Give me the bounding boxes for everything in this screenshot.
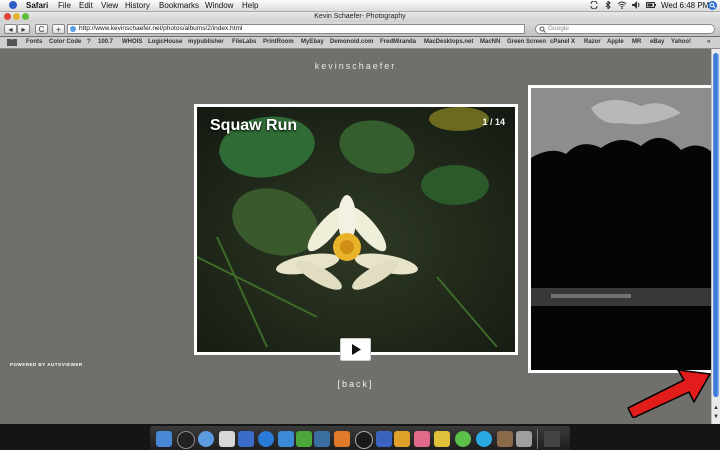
bookmark-item[interactable]: Fonts (26, 37, 42, 48)
address-text[interactable]: http://www.kevinschaefer.net/photos/albu… (79, 25, 242, 32)
safari-icon[interactable] (198, 431, 214, 447)
bookmark-item[interactable]: LogicHouse (148, 37, 182, 48)
package-icon[interactable] (497, 431, 513, 447)
apple-menu-icon[interactable] (9, 1, 17, 9)
search-placeholder: Google (548, 25, 569, 32)
camera-icon[interactable] (355, 431, 373, 449)
bookmark-item[interactable]: MacNN (480, 37, 500, 48)
web-page: kevinschaefer Squaw Run 1 / 14 POWERED B… (0, 49, 711, 424)
dreamweaver-icon[interactable] (455, 431, 471, 447)
play-icon (352, 344, 361, 355)
bookmark-item[interactable]: Color Code (49, 37, 81, 48)
next-photo-frame[interactable] (528, 85, 711, 373)
mail-icon[interactable] (219, 431, 235, 447)
volume-icon[interactable] (632, 1, 641, 9)
scrollbar-thumb[interactable] (713, 53, 719, 397)
dashboard-icon[interactable] (177, 431, 195, 449)
bookmark-item[interactable]: PrintRoom (263, 37, 294, 48)
bookmark-item[interactable]: FileLabs (232, 37, 256, 48)
bookmark-item[interactable]: MacDesktops.net (424, 37, 473, 48)
bookmark-item[interactable]: Apple (607, 37, 624, 48)
bookmarks-overflow-icon[interactable]: » (707, 37, 710, 48)
bookmark-item[interactable]: ? (87, 37, 91, 48)
back-button[interactable]: ◂ (4, 24, 17, 34)
bookmark-item[interactable]: 100.7 (98, 37, 113, 48)
zoom-window-icon[interactable] (22, 13, 29, 20)
trash-icon[interactable] (544, 431, 560, 447)
bookmarks-bar: Fonts Color Code ? 100.7 WHOIS LogicHous… (0, 37, 720, 49)
dock-shelf (150, 426, 570, 450)
battery-icon (646, 1, 656, 9)
bookmark-item[interactable]: eBay (650, 37, 664, 48)
menu-window[interactable]: Window (205, 0, 233, 11)
menu-app-safari[interactable]: Safari (26, 0, 48, 11)
garageband-icon[interactable] (296, 431, 312, 447)
bookmark-item[interactable]: FredMiranda (380, 37, 416, 48)
bookmark-item[interactable]: cPanel X (550, 37, 575, 48)
ichat-icon[interactable] (238, 431, 254, 447)
bookmark-item[interactable]: MR (632, 37, 641, 48)
play-slideshow-button[interactable] (340, 338, 371, 361)
bookmark-item[interactable]: Yahoo! (671, 37, 691, 48)
bluetooth-icon[interactable] (604, 0, 612, 11)
annotation-arrow-icon (627, 369, 711, 418)
minimize-window-icon[interactable] (13, 13, 20, 20)
reload-button[interactable]: C (35, 24, 48, 34)
sync-icon[interactable] (590, 0, 598, 10)
bookmark-item[interactable]: Demonoid.com (330, 37, 373, 48)
bookmark-item[interactable]: MyEbay (301, 37, 324, 48)
wifi-icon[interactable] (617, 1, 627, 10)
back-link[interactable]: [back] (0, 379, 711, 389)
trees-photo[interactable] (531, 88, 711, 370)
search-field[interactable]: Google (535, 24, 715, 34)
menu-history[interactable]: History (125, 0, 150, 11)
iphoto-icon[interactable] (376, 431, 392, 447)
site-title[interactable]: kevinschaefer (0, 61, 711, 71)
forward-button[interactable]: ▸ (17, 24, 30, 34)
photo-counter: 1 / 14 (482, 117, 505, 127)
menu-bar: Safari File Edit View History Bookmarks … (0, 0, 720, 12)
add-bookmark-button[interactable]: + (52, 24, 65, 34)
bookmark-item[interactable]: mypublisher (188, 37, 224, 48)
window-title: Kevin Schaefer- Photography (314, 13, 406, 20)
app-store-icon[interactable] (278, 431, 294, 447)
itunes-icon[interactable] (258, 431, 274, 447)
bookmark-item[interactable]: Green Screen (507, 37, 546, 48)
bookmark-item[interactable]: WHOIS (122, 37, 142, 48)
dock-divider (537, 429, 538, 449)
menu-file[interactable]: File (58, 0, 71, 11)
pages-icon[interactable] (394, 431, 410, 447)
sunflower-icon[interactable] (414, 431, 430, 447)
menu-edit[interactable]: Edit (79, 0, 93, 11)
dock (0, 424, 720, 450)
current-photo-frame[interactable]: Squaw Run 1 / 14 (194, 104, 518, 361)
photoshop-icon[interactable] (314, 431, 330, 447)
powered-by-label[interactable]: POWERED BY AUTOVIEWER (10, 362, 83, 367)
spotlight-icon[interactable] (708, 1, 717, 10)
water-lily-photo[interactable]: Squaw Run 1 / 14 (197, 107, 515, 352)
search-icon (539, 26, 546, 36)
system-preferences-icon[interactable] (516, 431, 532, 447)
illustrator-icon[interactable] (334, 431, 350, 447)
menu-help[interactable]: Help (242, 0, 258, 11)
finder-icon[interactable] (156, 431, 172, 447)
menu-clock[interactable]: Wed 6:48 PM (661, 0, 709, 11)
stickies-icon[interactable] (434, 431, 450, 447)
bookmark-item[interactable]: Razor (584, 37, 601, 48)
site-favicon-icon (70, 26, 76, 32)
photo-title: Squaw Run (210, 117, 298, 134)
menu-view[interactable]: View (101, 0, 118, 11)
menu-bookmarks[interactable]: Bookmarks (159, 0, 199, 11)
address-bar[interactable]: http://www.kevinschaefer.net/photos/albu… (67, 24, 525, 34)
close-window-icon[interactable] (4, 13, 11, 20)
skype-icon[interactable] (476, 431, 492, 447)
window-titlebar[interactable]: Kevin Schaefer- Photography (0, 12, 720, 22)
